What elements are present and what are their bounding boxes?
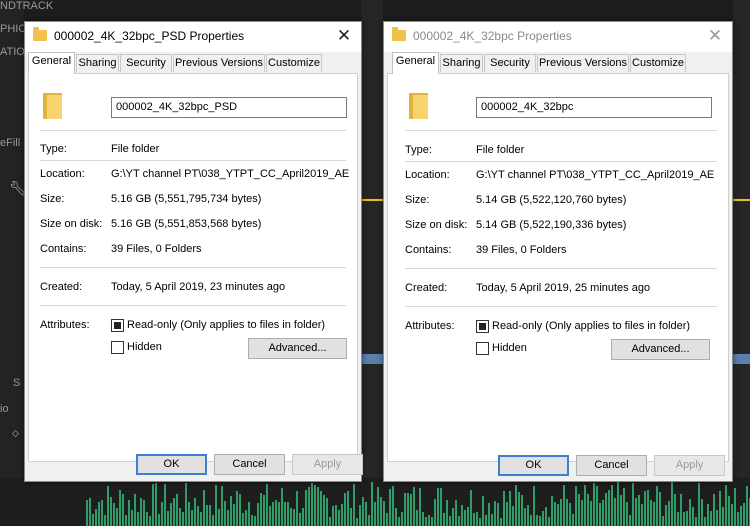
- size-value: 5.16 GB (5,551,795,734 bytes): [111, 193, 262, 205]
- divider: [405, 306, 717, 307]
- divider: [40, 160, 346, 161]
- audio-waveform: [0, 478, 750, 526]
- location-label: Location:: [405, 169, 450, 181]
- folder-name-input[interactable]: 000002_4K_32bpc: [476, 97, 712, 118]
- tab-customize[interactable]: Customize: [266, 54, 322, 72]
- folder-icon: [392, 27, 406, 41]
- tab-strip: General Sharing Security Previous Versio…: [387, 52, 729, 74]
- track-label: io: [0, 403, 9, 415]
- contains-value: 39 Files, 0 Folders: [476, 244, 567, 256]
- size-value: 5.14 GB (5,522,120,760 bytes): [476, 194, 627, 206]
- timeline-right: [733, 0, 750, 526]
- panel-label: ATIO: [0, 46, 25, 58]
- title-bar[interactable]: 000002_4K_32bpc_PSD Properties ✕: [25, 22, 361, 52]
- folder-icon: [43, 93, 62, 119]
- general-panel: 000002_4K_32bpc_PSD Type: File folder Lo…: [28, 73, 358, 462]
- hidden-checkbox[interactable]: [476, 342, 489, 355]
- size-on-disk-label: Size on disk:: [40, 218, 103, 230]
- size-on-disk-label: Size on disk:: [405, 219, 468, 231]
- divider: [40, 305, 346, 306]
- apply-button[interactable]: Apply: [292, 454, 363, 475]
- divider: [405, 161, 717, 162]
- advanced-button[interactable]: Advanced...: [611, 339, 710, 360]
- size-on-disk-value: 5.16 GB (5,551,853,568 bytes): [111, 218, 262, 230]
- dialog-title: 000002_4K_32bpc_PSD Properties: [54, 29, 245, 43]
- editor-left-strip: [0, 0, 24, 526]
- timeline-gap: [361, 0, 383, 526]
- created-label: Created:: [405, 282, 448, 294]
- title-bar[interactable]: 000002_4K_32bpc Properties ✕: [384, 22, 732, 52]
- playhead-line: [361, 199, 383, 201]
- divider: [405, 130, 717, 131]
- folder-icon: [409, 93, 428, 119]
- tab-security[interactable]: Security: [484, 54, 536, 72]
- contains-label: Contains:: [40, 243, 87, 255]
- type-label: Type:: [40, 143, 67, 155]
- created-value: Today, 5 April 2019, 25 minutes ago: [476, 282, 651, 294]
- readonly-label[interactable]: Read-only (Only applies to files in fold…: [492, 320, 690, 332]
- tab-sharing[interactable]: Sharing: [76, 54, 119, 72]
- panel-label: eFill: [0, 137, 21, 149]
- apply-button[interactable]: Apply: [654, 455, 725, 476]
- divider: [40, 130, 346, 131]
- cancel-button[interactable]: Cancel: [576, 455, 647, 476]
- tab-previous-versions[interactable]: Previous Versions: [173, 54, 265, 72]
- hidden-checkbox[interactable]: [111, 341, 124, 354]
- folder-icon: [33, 27, 47, 41]
- tab-general[interactable]: General: [392, 52, 439, 74]
- size-label: Size:: [405, 194, 430, 206]
- panel-label: PHIC: [0, 23, 27, 35]
- track-label: S: [13, 377, 21, 389]
- tab-sharing[interactable]: Sharing: [440, 54, 483, 72]
- attributes-label: Attributes:: [40, 319, 90, 331]
- location-label: Location:: [40, 168, 85, 180]
- clip-bar: [361, 354, 383, 364]
- location-value: G:\YT channel PT\038_YTPT_CC_April2019_A…: [476, 169, 714, 181]
- tab-previous-versions[interactable]: Previous Versions: [537, 54, 629, 72]
- attributes-label: Attributes:: [405, 320, 455, 332]
- created-value: Today, 5 April 2019, 23 minutes ago: [111, 281, 286, 293]
- keyframe-icon[interactable]: ◇: [12, 428, 19, 439]
- readonly-checkbox[interactable]: [476, 320, 489, 333]
- general-panel: 000002_4K_32bpc Type: File folder Locati…: [387, 73, 729, 462]
- close-icon[interactable]: ✕: [333, 25, 355, 47]
- tab-general[interactable]: General: [28, 52, 75, 74]
- ok-button[interactable]: OK: [136, 454, 207, 475]
- type-value: File folder: [111, 143, 160, 155]
- readonly-label[interactable]: Read-only (Only applies to files in fold…: [127, 319, 325, 331]
- tab-security[interactable]: Security: [120, 54, 172, 72]
- hidden-label[interactable]: Hidden: [127, 341, 162, 353]
- tab-customize[interactable]: Customize: [630, 54, 686, 72]
- close-icon[interactable]: ✕: [704, 25, 726, 47]
- divider: [405, 268, 717, 269]
- dialog-title: 000002_4K_32bpc Properties: [413, 29, 572, 43]
- created-label: Created:: [40, 281, 83, 293]
- type-label: Type:: [405, 144, 432, 156]
- size-on-disk-value: 5.14 GB (5,522,190,336 bytes): [476, 219, 627, 231]
- readonly-checkbox[interactable]: [111, 319, 124, 332]
- contains-value: 39 Files, 0 Folders: [111, 243, 202, 255]
- hidden-label[interactable]: Hidden: [492, 342, 527, 354]
- cancel-button[interactable]: Cancel: [214, 454, 285, 475]
- folder-name-input[interactable]: 000002_4K_32bpc_PSD: [111, 97, 347, 118]
- ok-button[interactable]: OK: [498, 455, 569, 476]
- properties-dialog: 000002_4K_32bpc Properties ✕ General Sha…: [383, 21, 733, 482]
- advanced-button[interactable]: Advanced...: [248, 338, 347, 359]
- tab-strip: General Sharing Security Previous Versio…: [28, 52, 358, 74]
- location-value: G:\YT channel PT\038_YTPT_CC_April2019_A…: [111, 168, 349, 180]
- panel-label: NDTRACK: [0, 0, 54, 12]
- size-label: Size:: [40, 193, 65, 205]
- divider: [40, 267, 346, 268]
- type-value: File folder: [476, 144, 525, 156]
- contains-label: Contains:: [405, 244, 452, 256]
- properties-dialog: 000002_4K_32bpc_PSD Properties ✕ General…: [24, 21, 363, 482]
